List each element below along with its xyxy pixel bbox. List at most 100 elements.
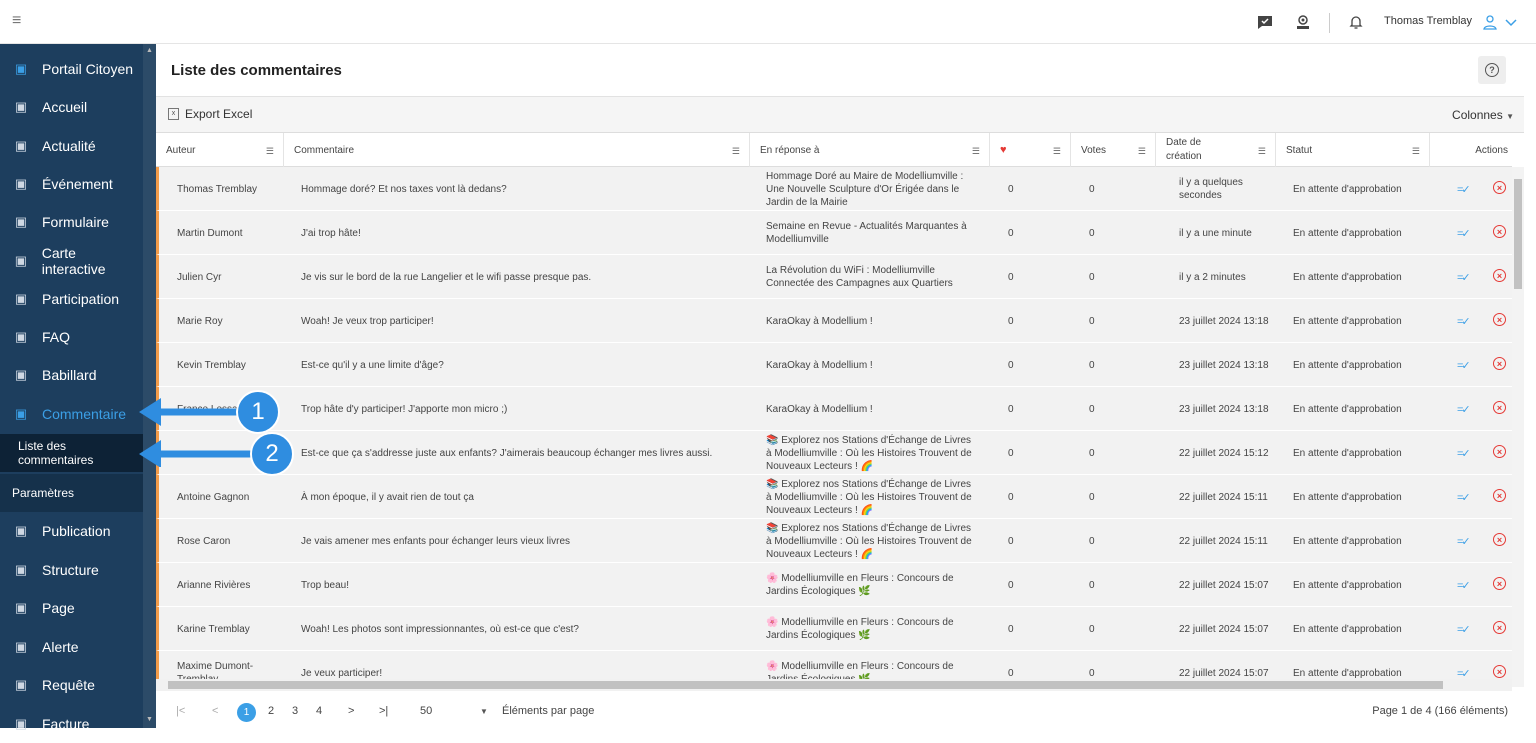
column-header[interactable]: Statut ☰ <box>1276 133 1430 167</box>
approve-edit-icon[interactable]: =✓ <box>1457 359 1471 372</box>
sidebar-section-parametres[interactable]: Paramètres <box>0 474 143 512</box>
delete-icon[interactable]: × <box>1493 665 1506 678</box>
column-header[interactable]: Commentaire ☰ <box>284 133 750 167</box>
column-header[interactable]: ♥ ☰ <box>990 133 1071 167</box>
chevron-down-icon[interactable] <box>1503 14 1519 30</box>
cell-likes: 0 <box>1008 579 1014 591</box>
scroll-up-icon[interactable]: ▲ <box>146 47 153 54</box>
approve-edit-icon[interactable]: =✓ <box>1457 579 1471 592</box>
filter-icon[interactable]: ☰ <box>972 146 980 157</box>
approve-edit-icon[interactable]: =✓ <box>1457 271 1471 284</box>
delete-icon[interactable]: × <box>1493 401 1506 414</box>
column-header[interactable]: En réponse à ☰ <box>750 133 990 167</box>
first-page-icon[interactable]: |< <box>176 705 185 717</box>
user-icon[interactable] <box>1482 14 1498 30</box>
filter-icon[interactable]: ☰ <box>266 146 274 157</box>
sidebar-item-liste-des-commentaires[interactable]: Liste des commentaires <box>0 434 143 472</box>
delete-icon[interactable]: × <box>1493 313 1506 326</box>
chat-check-icon[interactable] <box>1257 14 1273 30</box>
last-page-icon[interactable]: >| <box>379 705 388 717</box>
sidebar-item-carte-interactive[interactable]: ▣ Carte interactive <box>0 242 143 280</box>
table-row[interactable]: Est-ce que ça s'addresse juste aux enfan… <box>156 431 1512 475</box>
sidebar-item-commentaire[interactable]: ▣ Commentaire <box>0 395 143 433</box>
scroll-down-icon[interactable]: ▼ <box>146 716 153 723</box>
caret-down-icon[interactable]: ▼ <box>480 707 488 716</box>
table-row[interactable]: Karine Tremblay Woah! Les photos sont imp… <box>156 607 1512 651</box>
sidebar-item-babillard[interactable]: ▣ Babillard <box>0 356 143 394</box>
column-header[interactable]: Auteur ☰ <box>156 133 284 167</box>
approve-edit-icon[interactable]: =✓ <box>1457 491 1471 504</box>
page-1[interactable]: 1 <box>237 703 256 722</box>
scroll-thumb[interactable] <box>168 681 1443 689</box>
delete-icon[interactable]: × <box>1493 489 1506 502</box>
filter-icon[interactable]: ☰ <box>732 146 740 157</box>
column-header[interactable]: Actions <box>1430 133 1512 167</box>
sidebar-scrollbar[interactable]: ▲ ▼ <box>143 44 156 728</box>
delete-icon[interactable]: × <box>1493 225 1506 238</box>
bell-icon[interactable] <box>1348 14 1364 30</box>
approve-edit-icon[interactable]: =✓ <box>1457 403 1471 416</box>
approve-edit-icon[interactable]: =✓ <box>1457 447 1471 460</box>
filter-icon[interactable]: ☰ <box>1138 146 1146 157</box>
table-vertical-scrollbar[interactable] <box>1512 167 1524 687</box>
table-row[interactable]: Antoine Gagnon À mon époque, il y avait r… <box>156 475 1512 519</box>
help-button[interactable]: ? <box>1478 56 1506 84</box>
scroll-thumb[interactable] <box>1514 179 1522 289</box>
sidebar-item-formulaire[interactable]: ▣ Formulaire <box>0 203 143 241</box>
approve-edit-icon[interactable]: =✓ <box>1457 667 1471 679</box>
cell-auteur: Rose Caron <box>177 535 231 547</box>
user-name[interactable]: Thomas Tremblay <box>1384 15 1472 27</box>
delete-icon[interactable]: × <box>1493 269 1506 282</box>
delete-icon[interactable]: × <box>1493 357 1506 370</box>
table-row[interactable]: France Lessard Trop hâte d'y participer! … <box>156 387 1512 431</box>
approve-edit-icon[interactable]: =✓ <box>1457 183 1471 196</box>
sidebar-item-participation[interactable]: ▣ Participation <box>0 280 143 318</box>
sidebar-item-facture[interactable]: ▣ Facture <box>0 705 143 743</box>
table-row[interactable]: Rose Caron Je vais amener mes enfants pou… <box>156 519 1512 563</box>
page-2[interactable]: 2 <box>268 705 274 717</box>
cell-votes: 0 <box>1089 359 1095 371</box>
delete-icon[interactable]: × <box>1493 621 1506 634</box>
table-row[interactable]: Arianne Rivières Trop beau! 🌸 Modelliumvil… <box>156 563 1512 607</box>
column-header[interactable]: Votes ☰ <box>1071 133 1156 167</box>
page-size-select[interactable]: 50 <box>420 705 432 717</box>
delete-icon[interactable]: × <box>1493 577 1506 590</box>
sidebar-item-alerte[interactable]: ▣ Alerte <box>0 628 143 666</box>
sidebar-item-publication[interactable]: ▣ Publication <box>0 512 143 550</box>
approve-edit-icon[interactable]: =✓ <box>1457 623 1471 636</box>
sidebar-item-actualit-[interactable]: ▣ Actualité <box>0 127 143 165</box>
sidebar-item--v-nement[interactable]: ▣ Événement <box>0 165 143 203</box>
cell-commentaire: Je vis sur le bord de la rue Langelier e… <box>301 271 592 283</box>
filter-icon[interactable]: ☰ <box>1412 146 1420 157</box>
sidebar-item-faq[interactable]: ▣ FAQ <box>0 318 143 356</box>
page-4[interactable]: 4 <box>316 705 322 717</box>
export-excel-button[interactable]: x Export Excel <box>168 107 252 121</box>
table-row[interactable]: Martin Dumont J'ai trop hâte! Semaine en R… <box>156 211 1512 255</box>
approve-edit-icon[interactable]: =✓ <box>1457 315 1471 328</box>
table-row[interactable]: Kevin Tremblay Est-ce qu'il y a une limit… <box>156 343 1512 387</box>
sidebar-item-portail-citoyen[interactable]: ▣ Portail Citoyen <box>0 50 143 88</box>
sidebar-item-accueil[interactable]: ▣ Accueil <box>0 88 143 126</box>
page-3[interactable]: 3 <box>292 705 298 717</box>
sidebar-item-page[interactable]: ▣ Page <box>0 589 143 627</box>
menu-icon[interactable]: ≡ <box>12 12 21 30</box>
approve-edit-icon[interactable]: =✓ <box>1457 535 1471 548</box>
delete-icon[interactable]: × <box>1493 181 1506 194</box>
columns-button[interactable]: Colonnes ▼ <box>1452 108 1514 122</box>
delete-icon[interactable]: × <box>1493 445 1506 458</box>
table-row[interactable]: Thomas Tremblay Hommage doré? Et nos taxe… <box>156 167 1512 211</box>
delete-icon[interactable]: × <box>1493 533 1506 546</box>
sidebar-item-requ-te[interactable]: ▣ Requête <box>0 666 143 704</box>
support-agent-icon[interactable] <box>1295 14 1311 30</box>
sidebar-item-structure[interactable]: ▣ Structure <box>0 551 143 589</box>
approve-edit-icon[interactable]: =✓ <box>1457 227 1471 240</box>
table-row[interactable]: Maxime Dumont-Tremblay Je veux participer… <box>156 651 1512 679</box>
prev-page-icon[interactable]: < <box>212 705 218 717</box>
next-page-icon[interactable]: > <box>348 705 354 717</box>
filter-icon[interactable]: ☰ <box>1053 146 1061 157</box>
table-horizontal-scrollbar[interactable] <box>156 679 1512 691</box>
filter-icon[interactable]: ☰ <box>1258 146 1266 157</box>
column-header[interactable]: Date de création ☰ <box>1156 133 1276 167</box>
table-row[interactable]: Marie Roy Woah! Je veux trop participer! K… <box>156 299 1512 343</box>
table-row[interactable]: Julien Cyr Je vis sur le bord de la rue L… <box>156 255 1512 299</box>
